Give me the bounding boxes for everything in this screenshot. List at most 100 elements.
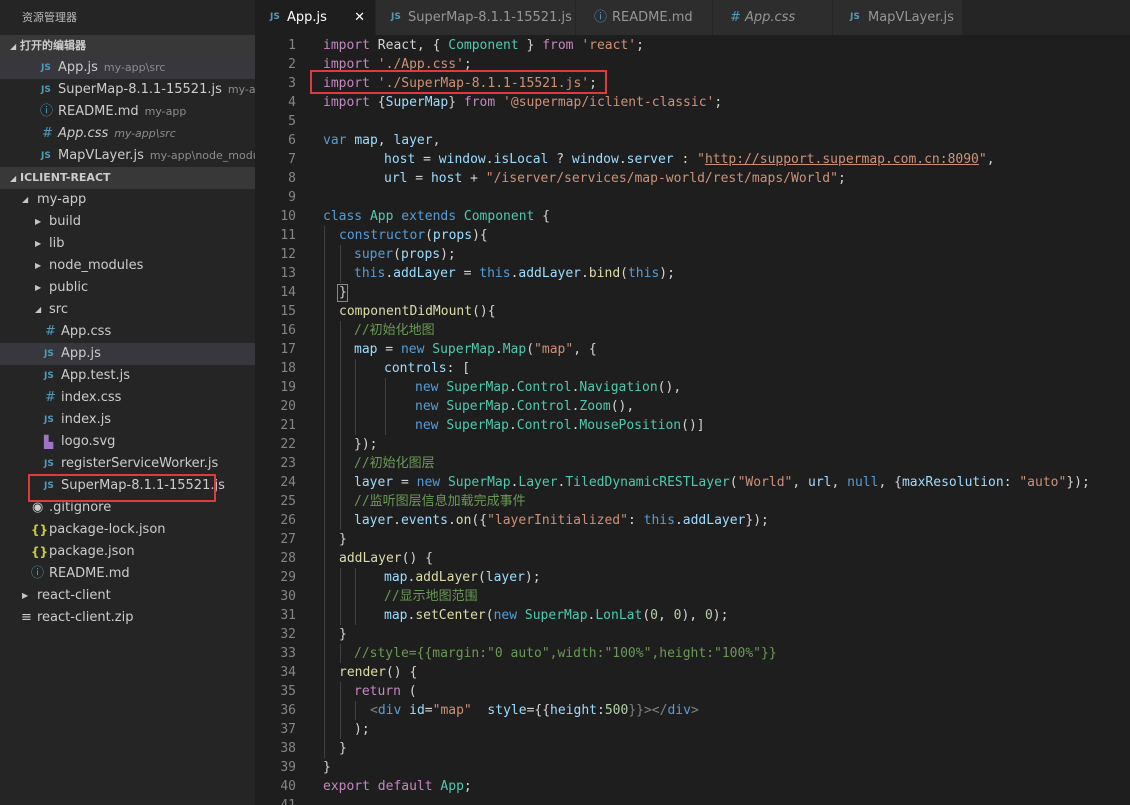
- code-line: 40 export default App;: [255, 777, 1130, 796]
- code-token: :: [597, 703, 605, 718]
- open-editor-app-js[interactable]: JS App.js my-app\src: [0, 57, 255, 79]
- code-token: addLayer: [393, 266, 456, 281]
- code-token: ;: [837, 171, 846, 186]
- file-logo-svg[interactable]: ▙ logo.svg: [0, 431, 255, 453]
- indent-guide: [324, 701, 325, 720]
- folder-lib[interactable]: ▶ lib: [0, 233, 255, 255]
- code-token: ,: [377, 133, 394, 148]
- folder-node-modules[interactable]: ▶ node_modules: [0, 255, 255, 277]
- code-token: (: [477, 570, 486, 585]
- open-editor-mapvlayer[interactable]: JS MapVLayer.js my-app\node_modu...: [0, 145, 255, 167]
- file-readme[interactable]: ⓘ README.md: [0, 563, 255, 585]
- code-line: 8 url = host + "/iserver/services/map-wor…: [255, 169, 1130, 188]
- line-number: 22: [280, 437, 296, 452]
- open-editor-label: MapVLayer.js: [58, 148, 144, 163]
- tab-mapvlayer[interactable]: JS MapVLayer.js: [833, 0, 963, 35]
- file-package-lock-json[interactable]: {} package-lock.json: [0, 519, 255, 541]
- code-token: height: [550, 703, 598, 718]
- url-link[interactable]: http://support.supermap.com.cn:8090: [705, 152, 979, 167]
- css-file-icon: #: [730, 10, 741, 25]
- file-package-json[interactable]: {} package.json: [0, 541, 255, 563]
- code-editor[interactable]: 1 import React, { Component } from 'react…: [255, 35, 1130, 805]
- tab-app-css[interactable]: # App.css: [713, 0, 833, 35]
- line-number: 16: [280, 323, 296, 338]
- code-token: () {: [401, 551, 433, 566]
- folder-my-app[interactable]: ◢ my-app: [0, 189, 255, 211]
- json-file-icon: {}: [31, 523, 49, 537]
- js-file-icon: JS: [44, 371, 54, 381]
- tab-readme[interactable]: ⓘ README.md: [576, 0, 713, 35]
- line-number: 39: [280, 760, 296, 775]
- folder-build[interactable]: ▶ build: [0, 211, 255, 233]
- code-token: :: [627, 513, 644, 528]
- code-token: import: [323, 38, 370, 53]
- file-label: package-lock.json: [49, 522, 166, 537]
- code-token: :: [673, 152, 698, 167]
- file-label: index.js: [61, 412, 112, 427]
- tab-app-js[interactable]: JS App.js ✕: [255, 0, 376, 35]
- code-token: SuperMap: [524, 608, 588, 623]
- code-token: .: [485, 152, 494, 167]
- js-file-icon: JS: [44, 349, 54, 359]
- folder-react-client[interactable]: ▶ react-client: [0, 585, 255, 607]
- code-text: componentDidMount(){: [339, 302, 496, 321]
- chevron-down-icon: ◢: [22, 195, 29, 204]
- file-gitignore[interactable]: ◉ .gitignore: [0, 497, 255, 519]
- line-number: 26: [280, 513, 296, 528]
- code-line: 36 <div id="map" style={{height:500}}></d…: [255, 701, 1130, 720]
- code-token: (: [425, 228, 433, 243]
- file-react-client-zip[interactable]: ≡ react-client.zip: [0, 607, 255, 629]
- indent-guide: [324, 644, 325, 663]
- code-token: }: [448, 95, 464, 110]
- code-token: ;: [463, 779, 472, 794]
- file-index-js[interactable]: JS index.js: [0, 409, 255, 431]
- indent-guide: [340, 321, 341, 340]
- code-token: layer: [393, 133, 433, 148]
- indent-guide: [324, 511, 325, 530]
- code-line: 29 map.addLayer(layer);: [255, 568, 1130, 587]
- code-token: >: [690, 703, 699, 718]
- file-app-js[interactable]: JS App.js: [0, 343, 255, 365]
- code-token: null: [847, 475, 879, 490]
- code-token: constructor: [339, 228, 426, 243]
- js-file-icon: JS: [41, 63, 51, 73]
- folder-public[interactable]: ▶ public: [0, 277, 255, 299]
- code-line: 15 componentDidMount(){: [255, 302, 1130, 321]
- file-register-service-worker[interactable]: JS registerServiceWorker.js: [0, 453, 255, 475]
- tab-supermap-js[interactable]: JS SuperMap-8.1.1-15521.js: [376, 0, 576, 35]
- code-line: 27}: [255, 530, 1130, 549]
- folder-src[interactable]: ◢ src: [0, 299, 255, 321]
- code-token: .: [581, 266, 589, 281]
- open-editor-readme[interactable]: ⓘ README.md my-app: [0, 101, 255, 123]
- code-token: SuperMap: [446, 418, 509, 433]
- open-editors-header[interactable]: ◢ 打开的编辑器: [0, 35, 255, 57]
- file-index-css[interactable]: # index.css: [0, 387, 255, 409]
- file-supermap-js[interactable]: JS SuperMap-8.1.1-15521.js: [0, 475, 255, 497]
- open-editor-supermap-js[interactable]: JS SuperMap-8.1.1-15521.js my-app...: [0, 79, 255, 101]
- file-app-test-js[interactable]: JS App.test.js: [0, 365, 255, 387]
- tab-label: App.js: [287, 10, 327, 25]
- code-token: (: [400, 684, 417, 699]
- code-token: events: [400, 513, 448, 528]
- code-token: =: [377, 342, 401, 357]
- indent-guide: [324, 340, 325, 359]
- info-icon: ⓘ: [594, 10, 608, 25]
- line-number: 27: [280, 532, 296, 547]
- js-file-icon: JS: [44, 481, 54, 491]
- code-token: .: [508, 380, 517, 395]
- close-icon[interactable]: ✕: [354, 0, 365, 35]
- line-number: 36: [280, 703, 296, 718]
- code-token: });: [745, 513, 769, 528]
- code-token: ;: [463, 57, 472, 72]
- code-token: controls: [384, 361, 447, 376]
- code-token: class: [323, 209, 363, 224]
- line-number: 1: [288, 38, 296, 53]
- open-editor-app-css[interactable]: # App.css my-app\src: [0, 123, 255, 145]
- workspace-header[interactable]: ◢ ICLIENT-REACT: [0, 167, 255, 189]
- line-number: 15: [280, 304, 296, 319]
- indent-guide: [340, 511, 341, 530]
- code-token: addLayer: [518, 266, 582, 281]
- code-line: 21 new SuperMap.Control.MousePosition()]: [255, 416, 1130, 435]
- file-app-css[interactable]: # App.css: [0, 321, 255, 343]
- indent-guide: [340, 606, 341, 625]
